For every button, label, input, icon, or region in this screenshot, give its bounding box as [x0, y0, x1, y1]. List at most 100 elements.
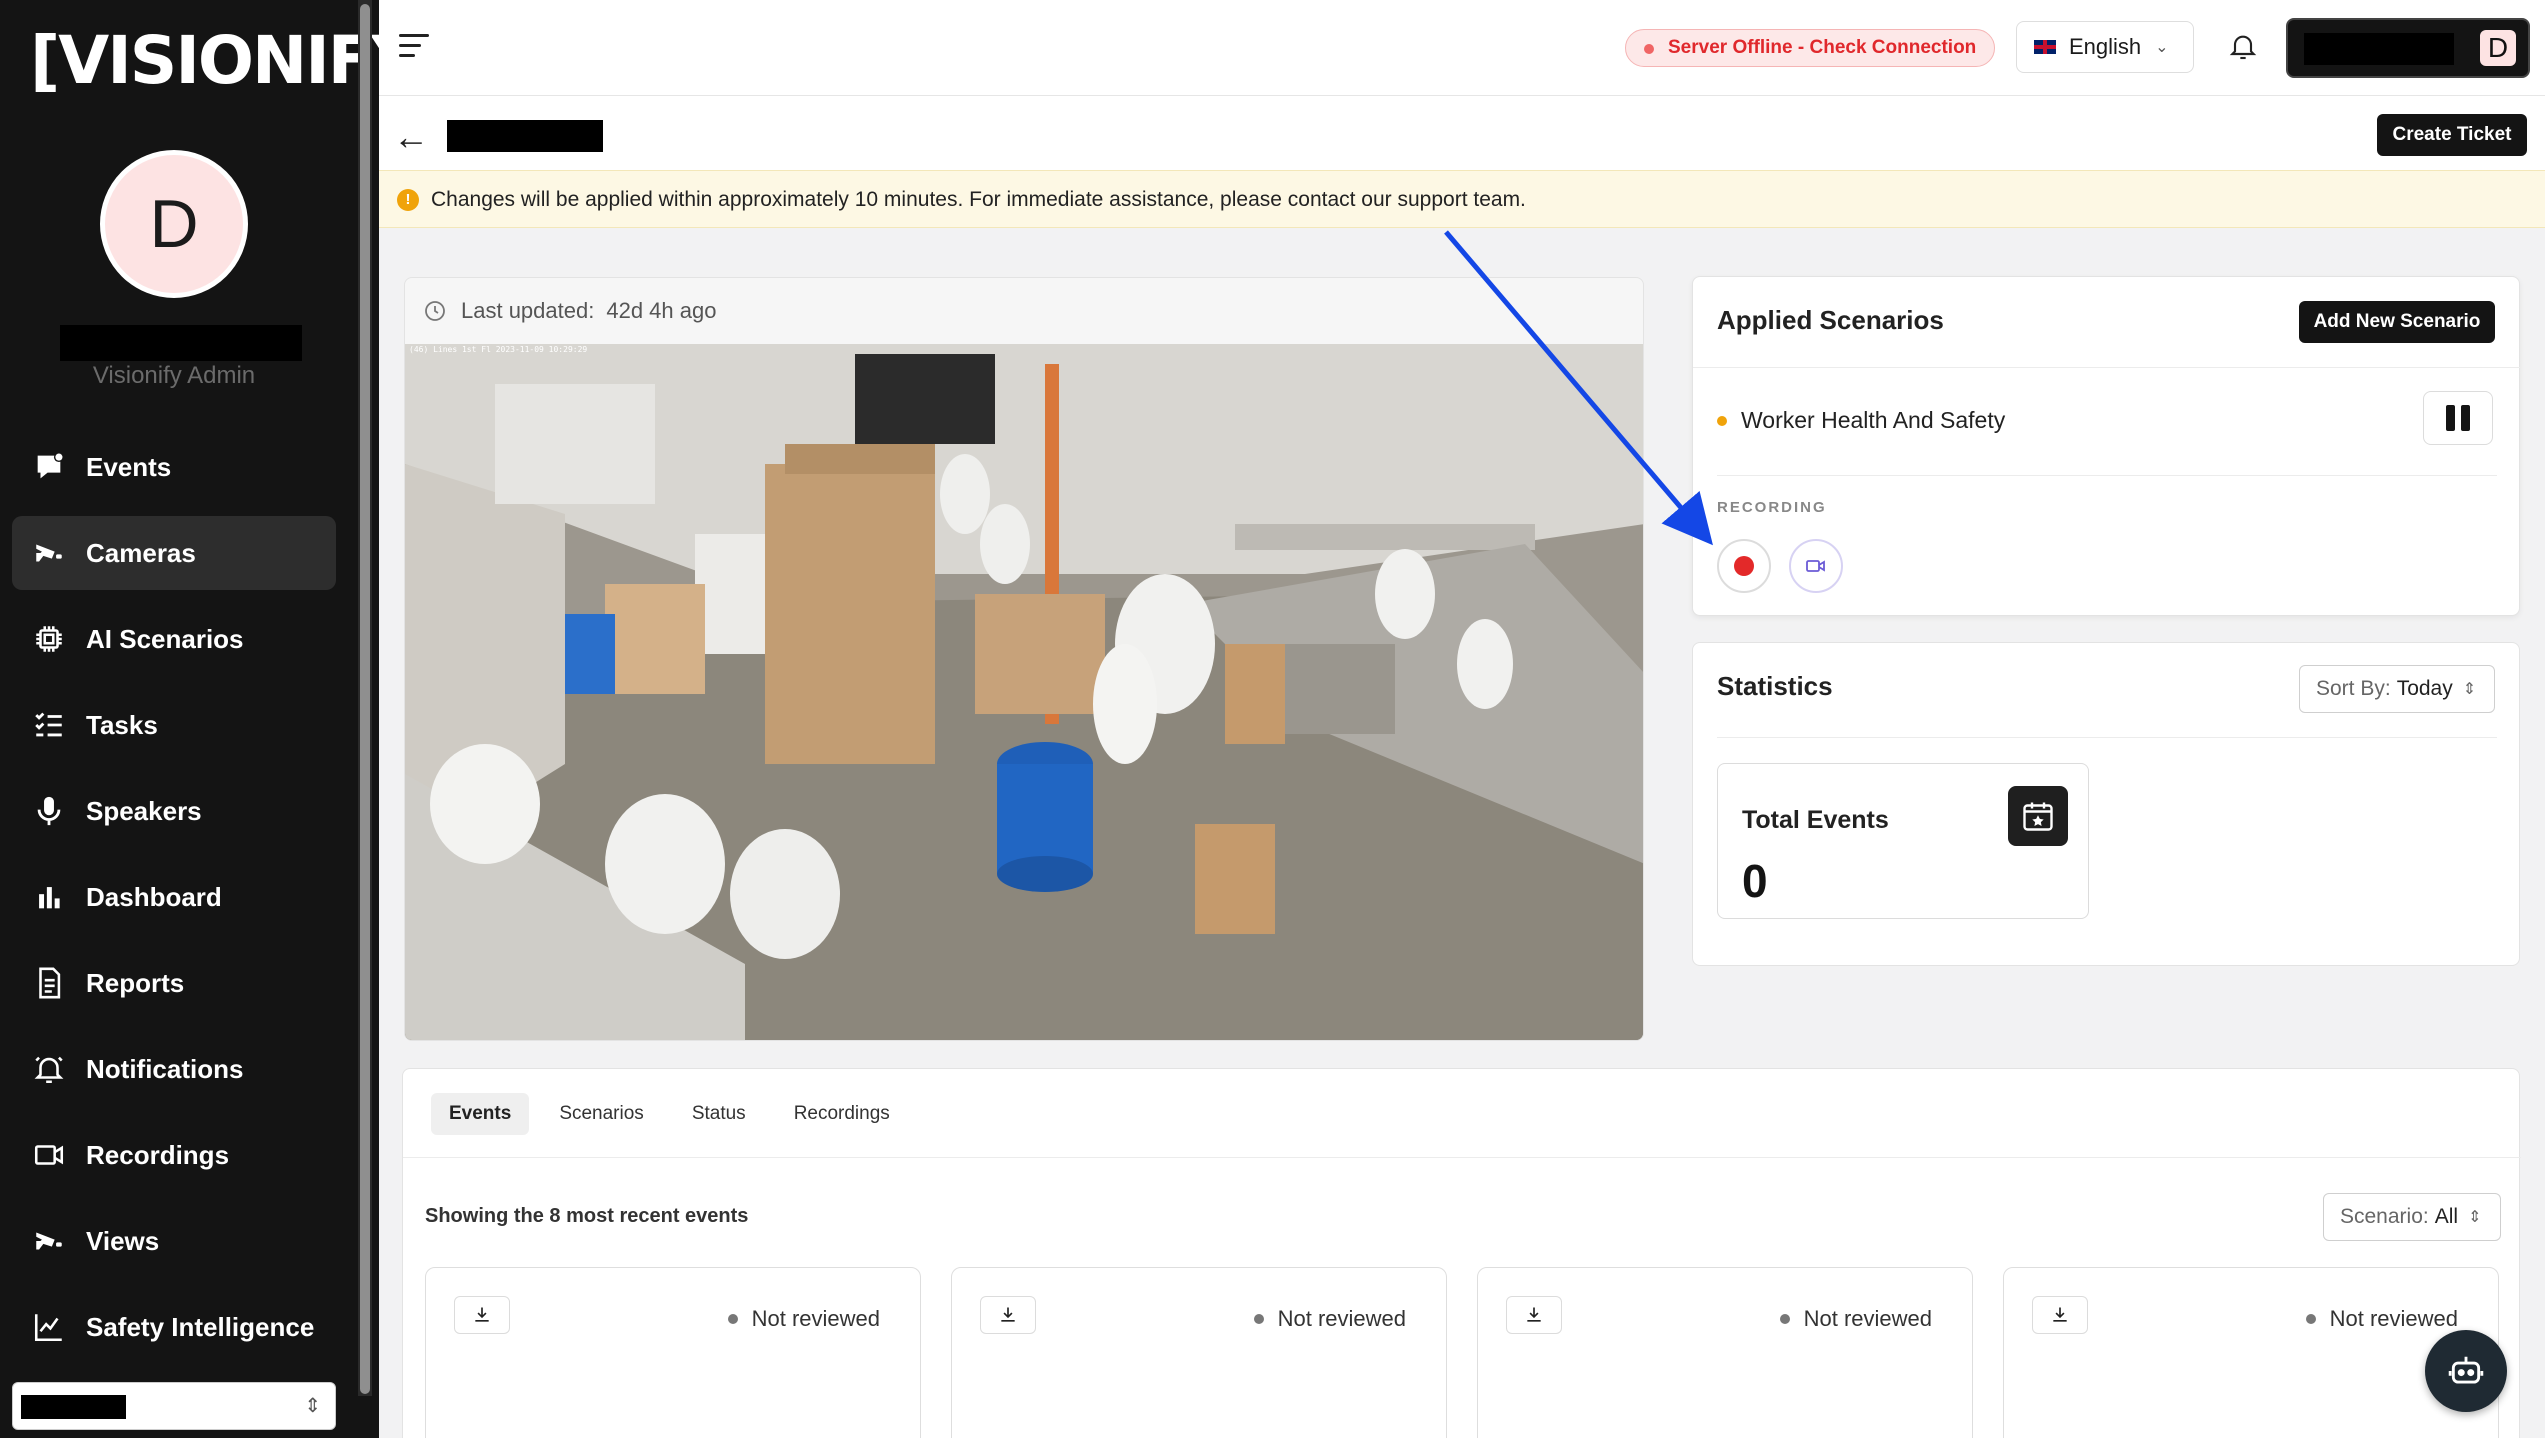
divider: [1717, 737, 2497, 738]
topbar: Server Offline - Check Connection Englis…: [379, 0, 2545, 96]
download-icon[interactable]: [2032, 1296, 2088, 1334]
total-events-value: 0: [1742, 855, 1768, 907]
applied-scenarios-title: Applied Scenarios: [1717, 305, 1944, 335]
record-dot-icon: [1734, 556, 1754, 576]
warning-icon: !: [397, 189, 419, 211]
sidebar: [VISIONIFY]® D Visionify Admin Events Ca…: [0, 0, 457, 1438]
notification-bell-icon[interactable]: [2227, 30, 2259, 62]
page-header: ← Create Ticket: [379, 96, 2545, 170]
chevron-down-icon: ⌄: [2155, 39, 2169, 56]
events-summary: Showing the 8 most recent events: [425, 1205, 749, 1227]
sidebar-item-tasks[interactable]: Tasks: [12, 688, 336, 762]
sort-select[interactable]: Sort By: Today ⇕: [2299, 665, 2495, 713]
sidebar-item-ai-scenarios[interactable]: AI Scenarios: [12, 602, 336, 676]
warehouse-scene-image: (46) Lines 1st Fl 2023-11-09 10:29:29: [405, 344, 1643, 1040]
server-status-badge[interactable]: Server Offline - Check Connection: [1625, 29, 1996, 67]
status-dot: [1779, 1314, 1790, 1324]
sidebar-nav: Events Cameras AI Scenarios Tasks Speake…: [12, 430, 336, 1376]
tab-events[interactable]: Events: [431, 1093, 530, 1135]
user-name-redacted: [2304, 33, 2454, 65]
video-camera-icon: [1806, 560, 1825, 572]
calendar-star-icon: [2008, 786, 2068, 846]
last-updated: Last updated: 42d 4h ago: [405, 278, 1643, 344]
info-banner: ! Changes will be applied within approxi…: [379, 170, 2545, 228]
sidebar-item-views[interactable]: Views: [12, 1204, 336, 1278]
tab-status[interactable]: Status: [674, 1093, 764, 1135]
sidebar-item-dashboard[interactable]: Dashboard: [12, 860, 336, 934]
tab-scenarios[interactable]: Scenarios: [541, 1093, 662, 1135]
tab-bar: Events Scenarios Status Recordings: [431, 1093, 908, 1135]
review-status: Not reviewed: [727, 1306, 880, 1332]
chevron-updown-icon: ⇕: [2462, 681, 2477, 698]
status-dot: [1253, 1314, 1264, 1324]
divider: [403, 1157, 2521, 1158]
sidebar-item-speakers[interactable]: Speakers: [12, 774, 336, 848]
camera-overlay-text: (46) Lines 1st Fl 2023-11-09 10:29:29: [409, 345, 587, 354]
create-ticket-button[interactable]: Create Ticket: [2377, 114, 2527, 156]
user-avatar-small: D: [2480, 30, 2516, 66]
clock-icon: [425, 301, 445, 321]
download-icon[interactable]: [1506, 1296, 1562, 1334]
video-camera-button[interactable]: [1789, 539, 1843, 593]
report-icon: [32, 966, 66, 1000]
organization-select[interactable]: ⇕: [12, 1382, 336, 1430]
recording-label: RECORDING: [1717, 499, 1827, 516]
statistics-title: Statistics: [1717, 671, 1833, 701]
user-name-redacted: [60, 325, 302, 361]
robot-icon: [2448, 1356, 2484, 1384]
download-icon[interactable]: [454, 1296, 510, 1334]
status-dot: [727, 1314, 738, 1324]
chevron-updown-icon: ⇕: [304, 1395, 321, 1417]
statistics-card: Statistics Sort By: Today ⇕ Total Events…: [1692, 642, 2520, 966]
sidebar-scrollbar[interactable]: [358, 0, 372, 1396]
applied-scenarios-card: Applied Scenarios Add New Scenario Worke…: [1692, 276, 2521, 616]
user-role: Visionify Admin: [92, 362, 256, 389]
language-select[interactable]: English ⌄: [2016, 21, 2194, 73]
add-new-scenario-button[interactable]: Add New Scenario: [2299, 301, 2495, 343]
bell-icon: [32, 1052, 66, 1086]
total-events-tile: Total Events 0: [1717, 763, 2089, 919]
event-card[interactable]: Not reviewed: [1477, 1267, 1973, 1438]
camera-feed-card: Last updated: 42d 4h ago (46) Lines 1st …: [404, 277, 1644, 1041]
menu-icon[interactable]: [399, 34, 429, 60]
pause-icon[interactable]: [2423, 391, 2493, 445]
user-menu-button[interactable]: D: [2286, 18, 2530, 78]
event-card[interactable]: Not reviewed: [951, 1267, 1447, 1438]
microphone-icon: [32, 794, 66, 828]
review-status: Not reviewed: [1253, 1306, 1406, 1332]
sidebar-item-cameras[interactable]: Cameras: [12, 516, 336, 590]
status-dot: [2305, 1314, 2316, 1324]
organization-name-redacted: [21, 1395, 126, 1419]
sidebar-item-recordings[interactable]: Recordings: [12, 1118, 336, 1192]
record-button[interactable]: [1717, 539, 1771, 593]
bar-chart-icon: [32, 880, 66, 914]
scenario-item[interactable]: Worker Health And Safety: [1717, 407, 2005, 434]
scenario-filter-select[interactable]: Scenario: All ⇕: [2323, 1193, 2501, 1241]
event-card[interactable]: Not reviewed: [2003, 1267, 2499, 1438]
total-events-label: Total Events: [1742, 806, 1889, 834]
back-arrow-icon[interactable]: ←: [393, 116, 429, 158]
download-icon[interactable]: [980, 1296, 1036, 1334]
divider: [1717, 475, 2497, 476]
camera-snapshot[interactable]: (46) Lines 1st Fl 2023-11-09 10:29:29: [405, 344, 1643, 1040]
chevron-updown-icon: ⇕: [2468, 1209, 2482, 1226]
sidebar-item-reports[interactable]: Reports: [12, 946, 336, 1020]
chatbot-button[interactable]: [2425, 1330, 2507, 1412]
sidebar-item-safety-intelligence[interactable]: Safety Intelligence: [12, 1290, 336, 1364]
tab-recordings[interactable]: Recordings: [776, 1093, 908, 1135]
sidebar-item-events[interactable]: Events: [12, 430, 336, 504]
event-card[interactable]: Not reviewed: [425, 1267, 921, 1438]
tasks-icon: [32, 708, 66, 742]
status-dot: [1717, 415, 1727, 426]
uk-flag-icon: [2033, 39, 2057, 55]
camera-icon: [32, 536, 66, 570]
video-icon: [32, 1138, 66, 1172]
camera-icon: [32, 1224, 66, 1258]
user-avatar[interactable]: D: [100, 150, 248, 298]
line-chart-icon: [32, 1310, 66, 1344]
review-status: Not reviewed: [2305, 1306, 2458, 1332]
camera-name-redacted: [447, 120, 603, 152]
events-icon: [32, 450, 66, 484]
scrollbar-thumb[interactable]: [360, 4, 370, 1394]
sidebar-item-notifications[interactable]: Notifications: [12, 1032, 336, 1106]
